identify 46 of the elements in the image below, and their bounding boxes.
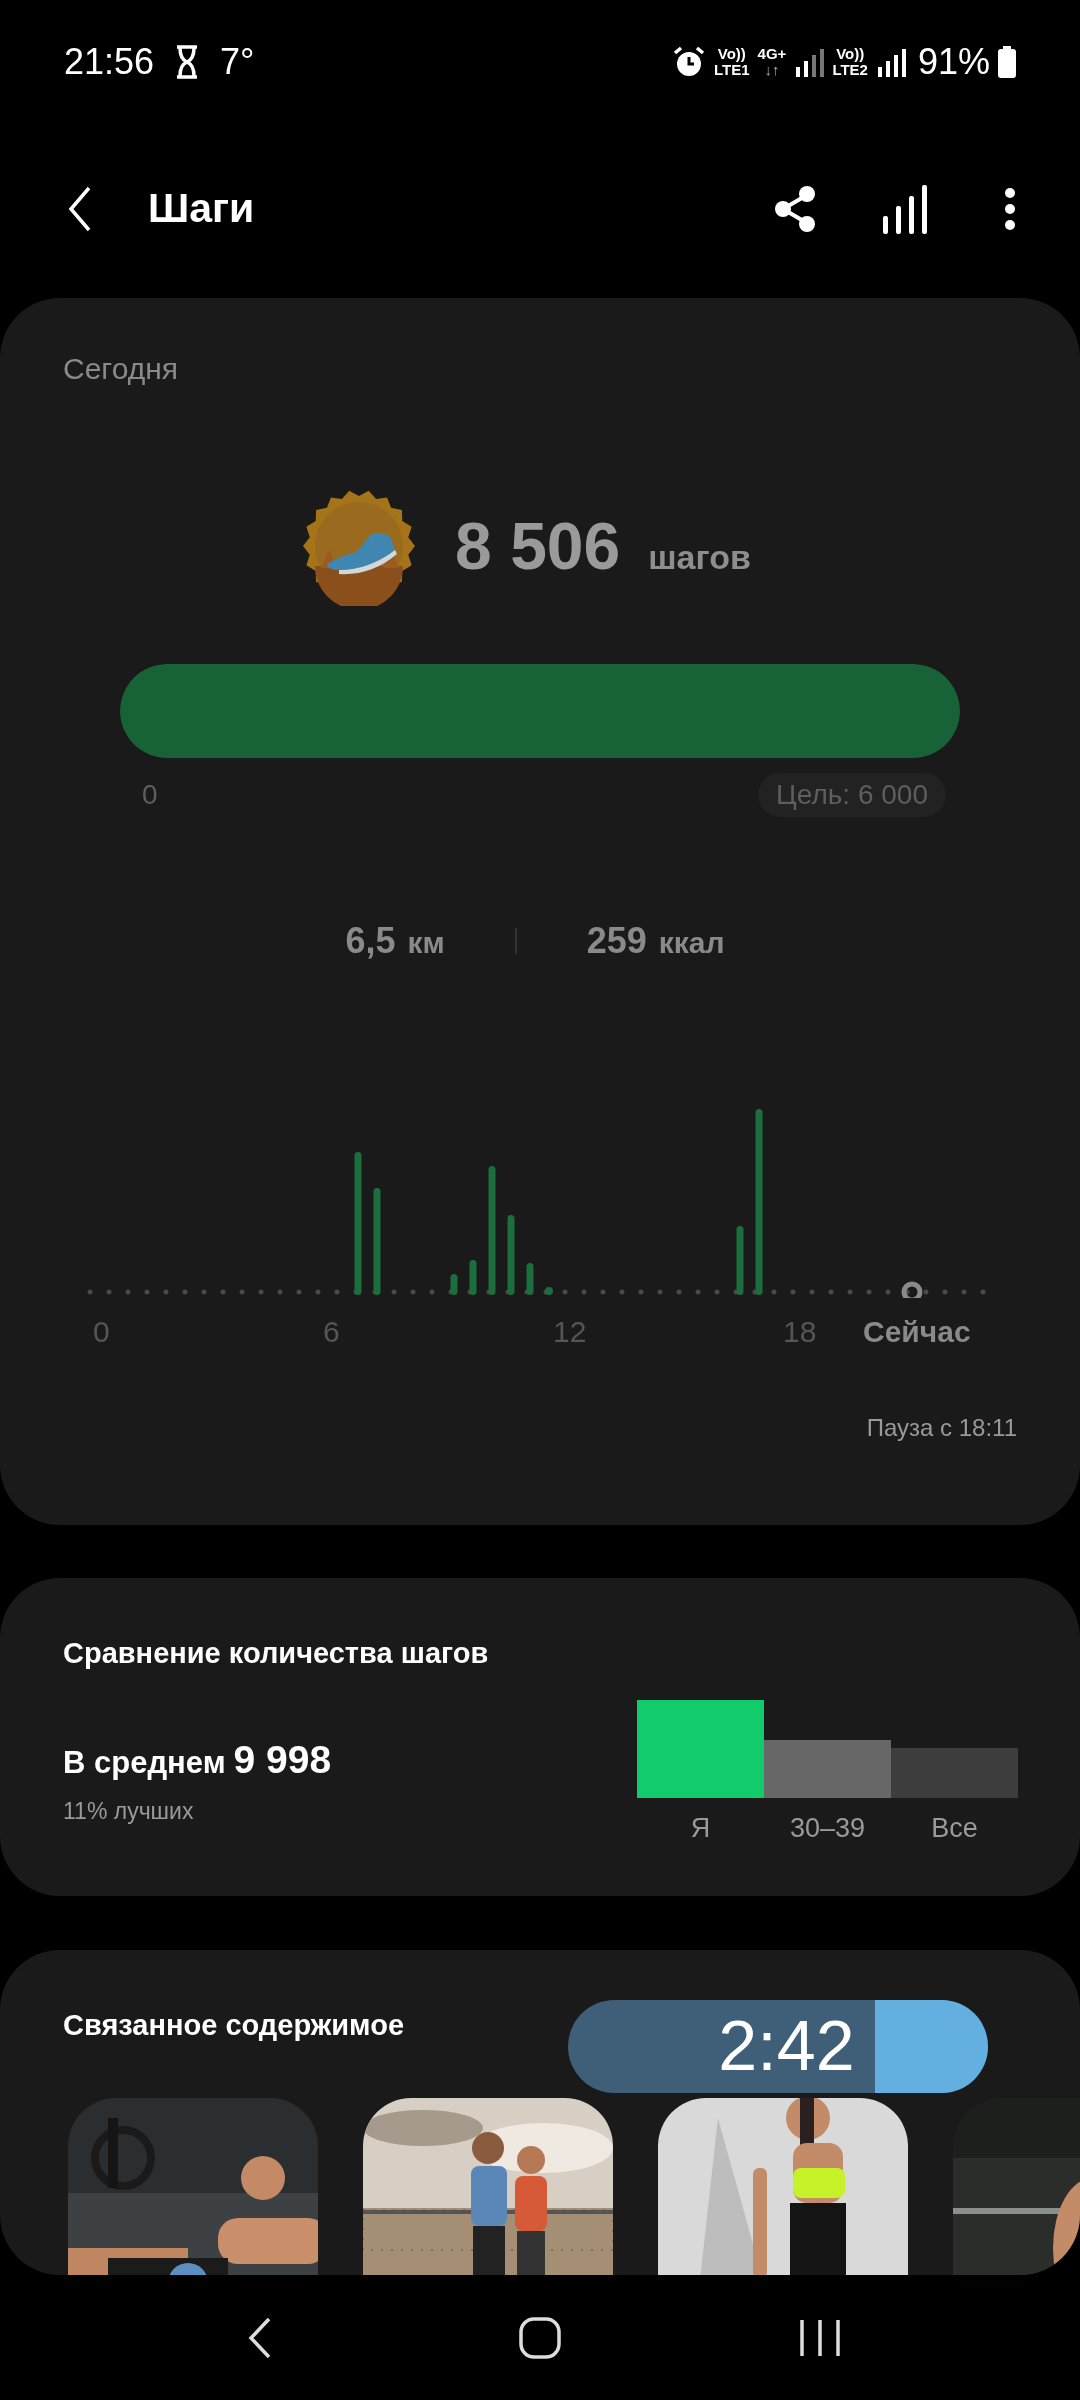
card-title: Сравнение количества шагов xyxy=(63,1636,490,1671)
hour-label: 18 xyxy=(782,1313,818,1350)
network-type: 4G+ xyxy=(757,46,787,62)
signal-icon xyxy=(794,47,825,77)
data-arrows: ↓↑ xyxy=(764,62,780,78)
alarm-icon xyxy=(672,45,707,79)
distance-value: 6,5 xyxy=(345,919,396,963)
volte-label: Vo)) xyxy=(717,46,746,62)
bar-chart-icon xyxy=(882,184,928,234)
calories-unit: ккал xyxy=(658,925,725,961)
card-title: Связанное содержимое xyxy=(62,2008,406,2043)
group-label: Все xyxy=(930,1812,979,1845)
goal-label: Цель: 6 000 xyxy=(758,773,946,817)
back-icon xyxy=(248,2316,272,2359)
distance-unit: км xyxy=(407,925,445,961)
volte-label: Vo)) xyxy=(836,46,865,62)
battery-percent: 91% xyxy=(917,40,990,84)
average-label: В среднем xyxy=(63,1744,226,1782)
step-count: 8 506 xyxy=(455,507,621,585)
battery-icon xyxy=(998,46,1016,78)
signal-icon xyxy=(875,47,906,77)
share-icon xyxy=(774,186,816,232)
period-label: Сегодня xyxy=(63,351,179,387)
recents-icon xyxy=(799,2317,841,2358)
calories-value: 259 xyxy=(586,919,647,963)
more-icon xyxy=(1004,187,1016,231)
group-label: 30–39 xyxy=(788,1812,867,1845)
hour-label: 12 xyxy=(552,1313,588,1350)
step-unit: шагов xyxy=(648,536,751,578)
hour-label: Сейчас xyxy=(863,1313,971,1350)
progress-start: 0 xyxy=(142,778,158,812)
average-value: 9 998 xyxy=(233,1737,332,1783)
timer-pill[interactable]: 2:42 xyxy=(568,2000,988,2093)
sim-label: LTE1 xyxy=(714,62,750,78)
timer-text: 2:42 xyxy=(718,2006,855,2087)
home-icon xyxy=(519,2316,561,2359)
hour-label: 6 xyxy=(322,1313,341,1350)
temperature: 7° xyxy=(220,40,255,84)
screen-title: Шаги xyxy=(148,184,255,234)
sim-label: LTE2 xyxy=(832,62,868,78)
group-label: Я xyxy=(689,1812,712,1845)
rank-text: 11% лучших xyxy=(63,1796,195,1826)
back-icon xyxy=(68,186,92,232)
hour-label: 0 xyxy=(92,1313,111,1350)
clock: 21:56 xyxy=(64,40,155,84)
pause-note: Пауза с 18:11 xyxy=(866,1413,1017,1443)
